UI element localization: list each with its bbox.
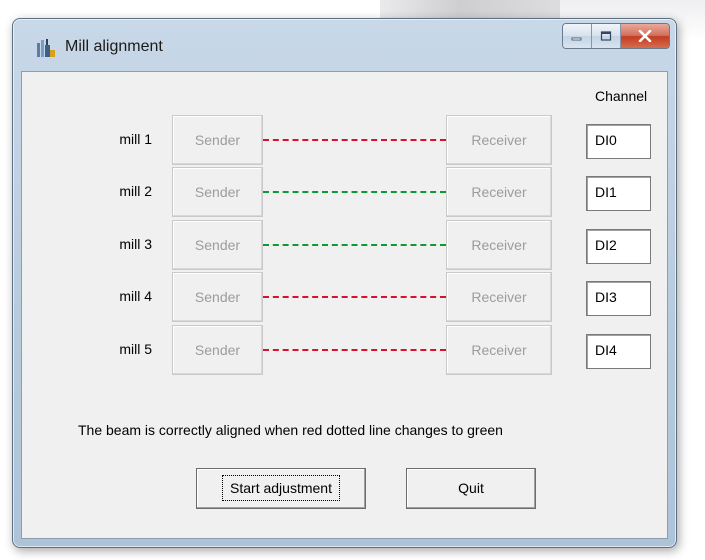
sender-button[interactable]: Sender bbox=[172, 220, 263, 270]
sender-button[interactable]: Sender bbox=[172, 115, 263, 165]
start-adjustment-label: Start adjustment bbox=[222, 475, 340, 501]
mill-label: mill 2 bbox=[119, 183, 152, 199]
sender-button[interactable]: Sender bbox=[172, 325, 263, 375]
minimize-button[interactable] bbox=[563, 24, 592, 48]
mill-label: mill 5 bbox=[119, 341, 152, 357]
channel-field[interactable]: DI4 bbox=[586, 334, 651, 369]
minimize-icon bbox=[571, 37, 582, 41]
mill-label: mill 3 bbox=[119, 236, 152, 252]
mill-alignment-window: Mill alignment Channel mill 1 Sender Rec… bbox=[12, 18, 677, 548]
quit-button[interactable]: Quit bbox=[406, 468, 536, 509]
sender-button[interactable]: Sender bbox=[172, 272, 263, 322]
receiver-button[interactable]: Receiver bbox=[446, 167, 552, 217]
beam-line bbox=[263, 191, 446, 195]
beam-line bbox=[263, 139, 446, 143]
mill-icon[interactable] bbox=[35, 37, 57, 59]
window-title: Mill alignment bbox=[65, 38, 163, 55]
maximize-button[interactable] bbox=[592, 24, 621, 48]
close-button[interactable] bbox=[621, 24, 669, 48]
window-controls bbox=[562, 23, 670, 49]
beam-line bbox=[263, 349, 446, 353]
receiver-button[interactable]: Receiver bbox=[446, 115, 552, 165]
channel-field[interactable]: DI1 bbox=[586, 176, 651, 211]
receiver-button[interactable]: Receiver bbox=[446, 272, 552, 322]
start-adjustment-button[interactable]: Start adjustment bbox=[196, 468, 366, 509]
channel-field[interactable]: DI3 bbox=[586, 281, 651, 316]
channel-header: Channel bbox=[595, 88, 648, 104]
mill-label: mill 4 bbox=[119, 288, 152, 304]
receiver-button[interactable]: Receiver bbox=[446, 325, 552, 375]
beam-line bbox=[263, 296, 446, 300]
close-icon bbox=[638, 30, 652, 42]
channel-field[interactable]: DI2 bbox=[586, 229, 651, 264]
alignment-hint: The beam is correctly aligned when red d… bbox=[78, 422, 503, 438]
maximize-icon bbox=[600, 31, 612, 41]
beam-line bbox=[263, 244, 446, 248]
title-bar[interactable]: Mill alignment bbox=[13, 19, 676, 71]
channel-field[interactable]: DI0 bbox=[586, 124, 651, 159]
mill-label: mill 1 bbox=[119, 131, 152, 147]
client-area: Channel mill 1 Sender Receiver DI0 mill … bbox=[21, 71, 668, 539]
receiver-button[interactable]: Receiver bbox=[446, 220, 552, 270]
sender-button[interactable]: Sender bbox=[172, 167, 263, 217]
